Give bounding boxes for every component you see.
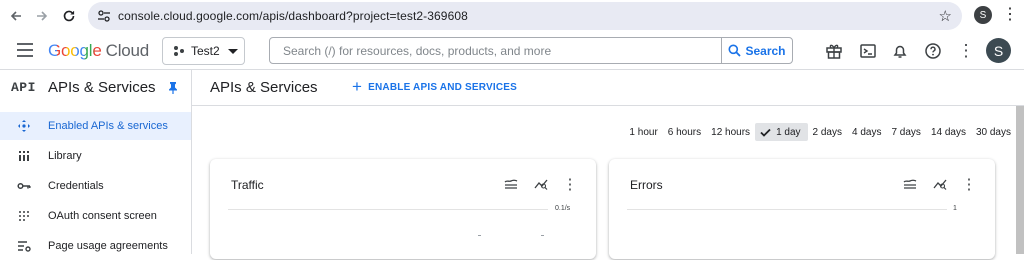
sidebar-item-label: OAuth consent screen <box>48 210 157 222</box>
range-6-hours[interactable]: 6 hours <box>663 123 706 141</box>
reload-icon[interactable] <box>59 6 79 26</box>
notifications-bell-icon[interactable] <box>890 41 910 61</box>
console-header: GoogleCloud Test2 Search ⋮ S <box>0 32 1024 70</box>
time-range-selector: 1 hour 6 hours 12 hours 1 day 2 days 4 d… <box>624 123 1016 141</box>
bookmark-star-icon[interactable]: ☆ <box>939 7 952 25</box>
dashboard-content: 1 hour 6 hours 12 hours 1 day 2 days 4 d… <box>192 106 1016 259</box>
sidebar-item-label: Library <box>48 150 82 162</box>
range-2-days[interactable]: 2 days <box>808 123 847 141</box>
chart-tick <box>541 235 544 236</box>
sidebar-header: API APIs & Services <box>0 70 191 106</box>
sidebar-item-library[interactable]: Library <box>0 142 191 170</box>
traffic-axis-label: 0.1/s <box>555 205 571 212</box>
gift-icon[interactable] <box>824 41 844 61</box>
enable-apis-label: ENABLE APIS AND SERVICES <box>368 81 518 93</box>
chart-tick <box>478 235 481 236</box>
library-grid-icon <box>17 149 31 163</box>
errors-axis-label: 1 <box>953 205 957 212</box>
card-title: Traffic <box>231 178 264 192</box>
sidebar-item-enabled-apis[interactable]: Enabled APIs & services <box>0 112 191 140</box>
browser-menu-icon[interactable]: ⋮ <box>1002 4 1018 26</box>
chart-gridline <box>228 209 548 210</box>
sidebar-item-oauth[interactable]: OAuth consent screen <box>0 202 191 230</box>
api-badge-icon: API <box>11 80 36 95</box>
hamburger-menu-icon[interactable] <box>17 43 33 57</box>
browser-profile-avatar[interactable]: S <box>974 6 992 24</box>
chart-gridline <box>627 209 947 210</box>
search-button-label: Search <box>745 43 786 58</box>
search-button[interactable]: Search <box>721 38 792 63</box>
project-picker[interactable]: Test2 <box>162 37 245 65</box>
range-1-day[interactable]: 1 day <box>755 123 808 141</box>
forward-arrow-icon[interactable] <box>32 6 52 26</box>
help-icon[interactable] <box>923 41 943 61</box>
range-30-days[interactable]: 30 days <box>971 123 1016 141</box>
dots-grid-icon <box>17 209 31 223</box>
card-more-vert-icon[interactable]: ⋮ <box>562 176 578 193</box>
diamond-arrows-icon <box>17 119 31 133</box>
sidebar-item-label: Enabled APIs & services <box>48 120 168 132</box>
legend-toggle-icon[interactable] <box>902 176 918 192</box>
search-input[interactable] <box>270 38 721 63</box>
sidebar-item-label: Page usage agreements <box>48 240 168 252</box>
range-1-hour[interactable]: 1 hour <box>624 123 662 141</box>
url-text: console.cloud.google.com/apis/dashboard?… <box>118 9 468 23</box>
sidebar-item-label: Credentials <box>48 180 104 192</box>
sidebar-item-credentials[interactable]: Credentials <box>0 172 191 200</box>
page-title: APIs & Services <box>210 79 318 96</box>
errors-card: Errors ⋮ 1 <box>609 159 995 259</box>
check-icon <box>760 128 771 137</box>
site-settings-icon[interactable] <box>96 8 112 24</box>
more-vert-icon[interactable]: ⋮ <box>956 41 976 61</box>
chart-explore-icon[interactable] <box>932 176 948 192</box>
sidebar-title: APIs & Services <box>48 79 156 96</box>
cloud-shell-icon[interactable] <box>858 41 878 61</box>
sidebar-item-page-usage[interactable]: Page usage agreements <box>0 232 191 260</box>
range-7-days[interactable]: 7 days <box>886 123 925 141</box>
key-icon <box>17 179 31 193</box>
pin-icon[interactable] <box>168 81 178 99</box>
range-12-hours[interactable]: 12 hours <box>706 123 755 141</box>
back-arrow-icon[interactable] <box>6 6 26 26</box>
google-cloud-logo[interactable]: Google Cloud <box>48 41 149 61</box>
card-title: Errors <box>630 178 663 192</box>
account-avatar[interactable]: S <box>986 38 1011 63</box>
caret-down-icon <box>227 48 238 54</box>
sidebar: API APIs & Services Enabled APIs & servi… <box>0 70 192 254</box>
search-bar: Search <box>269 37 793 64</box>
range-1-day-label: 1 day <box>776 126 801 138</box>
browser-toolbar: console.cloud.google.com/apis/dashboard?… <box>0 0 1024 32</box>
range-14-days[interactable]: 14 days <box>926 123 971 141</box>
range-4-days[interactable]: 4 days <box>847 123 886 141</box>
card-more-vert-icon[interactable]: ⋮ <box>961 176 977 193</box>
search-icon <box>728 44 742 57</box>
address-bar[interactable]: console.cloud.google.com/apis/dashboard?… <box>88 2 962 30</box>
plus-icon: + <box>352 77 363 96</box>
traffic-card: Traffic ⋮ 0.1/s <box>210 159 596 259</box>
project-nodes-icon <box>174 46 184 56</box>
page-header: APIs & Services + ENABLE APIS AND SERVIC… <box>192 70 1024 106</box>
chart-explore-icon[interactable] <box>533 176 549 192</box>
settings-list-icon <box>17 239 31 253</box>
legend-toggle-icon[interactable] <box>503 176 519 192</box>
enable-apis-button[interactable]: + ENABLE APIS AND SERVICES <box>352 77 518 96</box>
logo-cloud-text: Cloud <box>105 41 150 60</box>
page-scrollbar[interactable] <box>1016 106 1024 254</box>
logo-google-text: Google <box>48 41 102 60</box>
project-name: Test2 <box>191 44 220 58</box>
